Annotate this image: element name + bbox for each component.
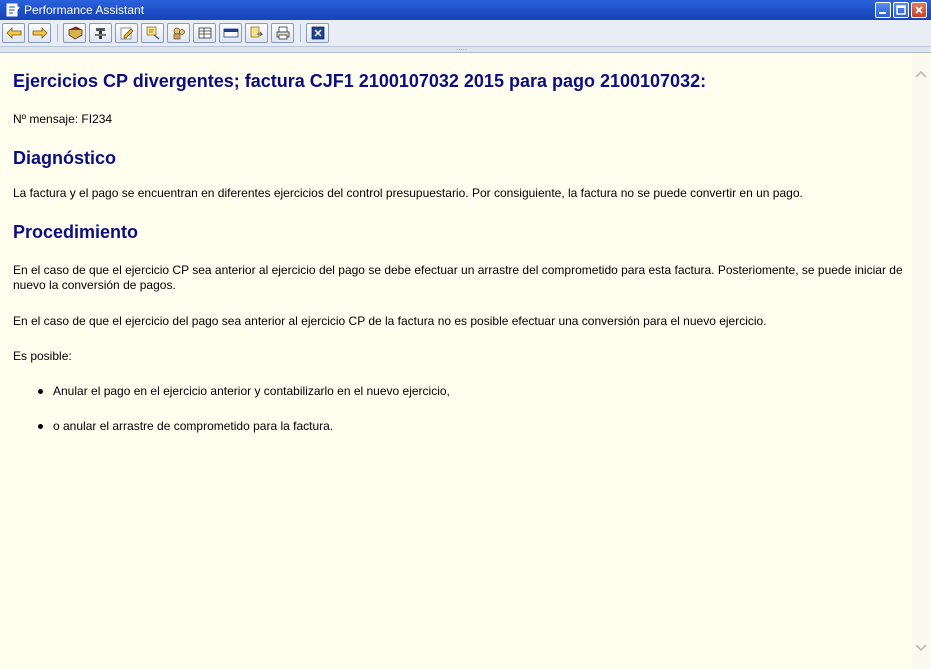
close-window-button[interactable]	[911, 2, 927, 18]
arrow-left-icon	[5, 27, 21, 39]
pencil-icon	[120, 27, 133, 40]
toolbar-separator	[57, 24, 58, 42]
edit-button[interactable]	[115, 23, 138, 43]
people-icon	[173, 27, 185, 40]
arrow-right-icon	[32, 27, 48, 39]
tools-icon	[94, 28, 106, 39]
display-button[interactable]	[219, 23, 242, 43]
book-icon	[67, 26, 83, 40]
technical-info-button[interactable]	[89, 23, 112, 43]
list-item: Anular el pago en el ejercicio anterior …	[13, 384, 912, 399]
page-title: Ejercicios CP divergentes; factura CJF1 …	[13, 71, 707, 91]
window-titlebar: Performance Assistant	[0, 0, 931, 20]
toolbar	[0, 20, 931, 47]
options-list: Anular el pago en el ejercicio anterior …	[13, 384, 912, 434]
scroll-up-icon[interactable]	[915, 70, 927, 78]
diagnosis-heading: Diagnóstico	[13, 148, 117, 168]
bullet-icon	[38, 424, 43, 429]
close-icon	[915, 6, 923, 14]
close-doc-button[interactable]	[306, 23, 329, 43]
diagnosis-text: La factura y el pago se encuentran en di…	[13, 186, 803, 200]
minimize-button[interactable]	[875, 2, 891, 18]
vertical-scrollbar[interactable]	[912, 54, 931, 669]
list-item: o anular el arrastre de comprometido par…	[13, 419, 912, 434]
performance-assistant-icon	[6, 3, 20, 17]
display-icon	[223, 28, 238, 38]
list-item-text: Anular el pago en el ejercicio anterior …	[53, 384, 450, 398]
printer-icon	[276, 26, 289, 40]
list-item-text: o anular el arrastre de comprometido par…	[53, 419, 334, 433]
note-icon	[146, 26, 159, 40]
print-button[interactable]	[271, 23, 294, 43]
scroll-down-icon[interactable]	[915, 644, 927, 652]
maximize-icon	[896, 5, 906, 15]
pane-splitter[interactable]: ·····	[0, 47, 931, 54]
procedure-paragraph: En el caso de que el ejercicio del pago …	[13, 314, 767, 328]
close-icon	[311, 26, 324, 40]
message-number: Nº mensaje: FI234	[13, 112, 113, 126]
back-button[interactable]	[2, 23, 25, 43]
splitter-grip-icon[interactable]: ·····	[456, 47, 467, 54]
export-icon	[250, 26, 263, 38]
notes-button[interactable]	[141, 23, 164, 43]
toolbar-separator	[300, 24, 301, 42]
procedure-paragraph: Es posible:	[13, 349, 72, 363]
procedure-heading: Procedimiento	[13, 222, 139, 242]
table-icon	[198, 27, 211, 39]
table-button[interactable]	[193, 23, 216, 43]
user-settings-button[interactable]	[167, 23, 190, 43]
glossary-button[interactable]	[63, 23, 86, 43]
maximize-button[interactable]	[893, 2, 909, 18]
window-title: Performance Assistant	[24, 3, 145, 17]
export-button[interactable]	[245, 23, 268, 43]
forward-button[interactable]	[28, 23, 51, 43]
bullet-icon	[38, 389, 43, 394]
procedure-paragraph: En el caso de que el ejercicio CP sea an…	[13, 263, 903, 292]
help-content: Ejercicios CP divergentes; factura CJF1 …	[0, 54, 912, 669]
minimize-icon	[879, 12, 886, 14]
